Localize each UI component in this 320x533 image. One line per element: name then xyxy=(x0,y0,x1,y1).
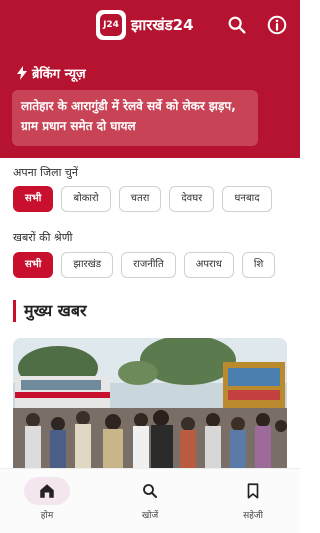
nav-saved-label: सहेजी xyxy=(243,511,263,521)
category-label: खबरों की श्रेणी xyxy=(13,231,73,244)
main-news-title: मुख्य खबर xyxy=(13,300,87,322)
brand-name: झारखंड24 xyxy=(131,16,194,34)
nav-search-label: खोजें xyxy=(141,511,159,521)
lightning-icon xyxy=(17,66,27,80)
logo-icon: J24 xyxy=(96,10,126,40)
category-chips: सभी झारखंड राजनीति अपराध शि xyxy=(13,252,283,278)
bottom-navigation: होम खोजें सहेजी xyxy=(0,468,300,533)
category-chip[interactable]: अपराध xyxy=(183,252,234,278)
nav-search-pill xyxy=(127,477,173,505)
district-chip[interactable]: देवघर xyxy=(169,186,215,212)
nav-home-label: होम xyxy=(40,511,54,521)
district-chips: सभी बोकारो चतरा देवघर धनबाद xyxy=(13,186,280,212)
district-chip[interactable]: सभी xyxy=(13,186,54,212)
app-header: J24 झारखंड24 xyxy=(0,0,300,52)
nav-home[interactable]: होम xyxy=(7,477,87,521)
logo-text: J24 xyxy=(100,14,122,36)
category-chip[interactable]: राजनीति xyxy=(121,252,176,278)
district-chip[interactable]: चतरा xyxy=(118,186,162,212)
category-chip[interactable]: झारखंड xyxy=(61,252,114,278)
info-icon[interactable] xyxy=(266,14,288,36)
district-chip[interactable]: धनबाद xyxy=(222,186,272,212)
category-chip[interactable]: सभी xyxy=(13,252,54,278)
district-chip[interactable]: बोकारो xyxy=(61,186,111,212)
news-image[interactable] xyxy=(13,338,287,468)
nav-search[interactable]: खोजें xyxy=(110,477,190,521)
category-chip[interactable]: शि xyxy=(241,252,276,278)
nav-saved-pill xyxy=(230,477,276,505)
breaking-news-title: ब्रेकिंग न्यूज़ xyxy=(32,67,86,82)
district-label: अपना जिला चुनें xyxy=(13,166,79,179)
nav-saved[interactable]: सहेजी xyxy=(213,477,293,521)
home-icon xyxy=(40,484,54,498)
app-screen: J24 झारखंड24 ब्रेकिंग न्यूज़ लातेहार के … xyxy=(0,0,300,533)
breaking-news-header: ब्रेकिंग न्यूज़ xyxy=(16,64,86,82)
crowd-photo xyxy=(13,338,287,468)
search-icon[interactable] xyxy=(226,14,248,36)
breaking-news-section: ब्रेकिंग न्यूज़ लातेहार के आरागुंडी में … xyxy=(0,52,300,158)
breaking-news-card[interactable]: लातेहार के आरागुंडी में रेलवे सर्वे को ल… xyxy=(12,90,258,146)
nav-home-pill xyxy=(24,477,70,505)
bookmark-icon xyxy=(247,483,259,499)
search-icon xyxy=(143,484,157,498)
brand-logo[interactable]: J24 झारखंड24 xyxy=(96,10,194,40)
